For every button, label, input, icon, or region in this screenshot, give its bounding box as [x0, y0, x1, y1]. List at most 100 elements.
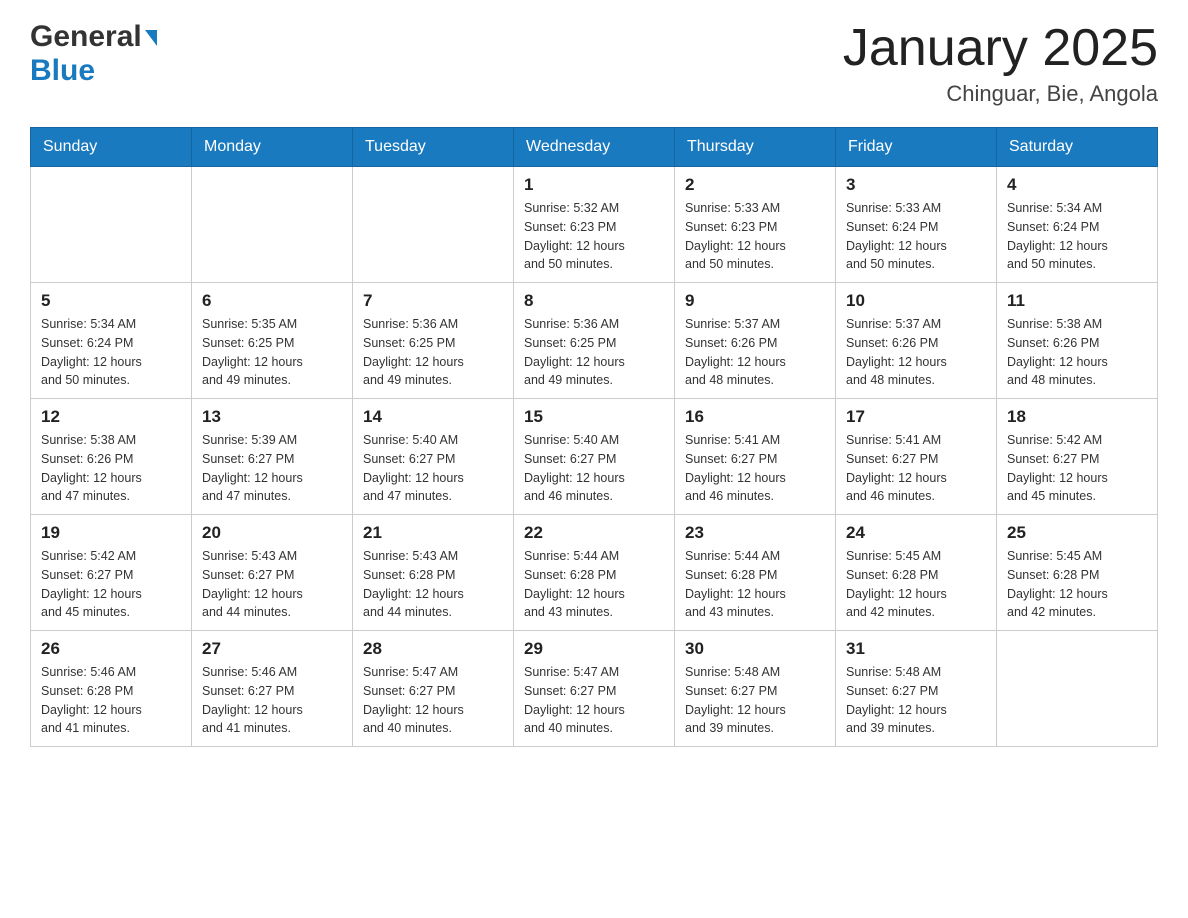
calendar-cell: 3 Sunrise: 5:33 AMSunset: 6:24 PMDaylight…: [836, 167, 997, 283]
day-info: Sunrise: 5:45 AMSunset: 6:28 PMDaylight:…: [846, 547, 986, 622]
day-number: 28: [363, 639, 503, 659]
day-number: 15: [524, 407, 664, 427]
day-info: Sunrise: 5:33 AMSunset: 6:23 PMDaylight:…: [685, 199, 825, 274]
day-number: 30: [685, 639, 825, 659]
calendar-cell: 9 Sunrise: 5:37 AMSunset: 6:26 PMDaylight…: [675, 283, 836, 399]
calendar-cell: 24 Sunrise: 5:45 AMSunset: 6:28 PMDayligh…: [836, 515, 997, 631]
day-number: 16: [685, 407, 825, 427]
calendar-cell: 1Sunrise: 5:32 AMSunset: 6:23 PMDaylight…: [514, 167, 675, 283]
day-info: Sunrise: 5:41 AMSunset: 6:27 PMDaylight:…: [846, 431, 986, 506]
day-number: 7: [363, 291, 503, 311]
page-header: General Blue January 2025 Chinguar, Bie,…: [30, 20, 1158, 107]
day-number: 1: [524, 175, 664, 195]
day-number: 5: [41, 291, 181, 311]
day-number: 18: [1007, 407, 1147, 427]
day-number: 31: [846, 639, 986, 659]
calendar-cell: 21 Sunrise: 5:43 AMSunset: 6:28 PMDayligh…: [353, 515, 514, 631]
calendar-cell: 19Sunrise: 5:42 AMSunset: 6:27 PMDayligh…: [31, 515, 192, 631]
calendar-cell: 27 Sunrise: 5:46 AMSunset: 6:27 PMDayligh…: [192, 631, 353, 747]
day-info: Sunrise: 5:48 AMSunset: 6:27 PMDaylight:…: [846, 663, 986, 738]
day-info: Sunrise: 5:38 AMSunset: 6:26 PMDaylight:…: [1007, 315, 1147, 390]
day-info: Sunrise: 5:38 AMSunset: 6:26 PMDaylight:…: [41, 431, 181, 506]
day-info: Sunrise: 5:41 AMSunset: 6:27 PMDaylight:…: [685, 431, 825, 506]
day-info: Sunrise: 5:37 AMSunset: 6:26 PMDaylight:…: [685, 315, 825, 390]
weekday-header-monday: Monday: [192, 128, 353, 167]
location-subtitle: Chinguar, Bie, Angola: [843, 81, 1158, 107]
day-info: Sunrise: 5:40 AMSunset: 6:27 PMDaylight:…: [363, 431, 503, 506]
title-section: January 2025 Chinguar, Bie, Angola: [843, 20, 1158, 107]
calendar-cell: 29 Sunrise: 5:47 AMSunset: 6:27 PMDayligh…: [514, 631, 675, 747]
calendar-cell: 26 Sunrise: 5:46 AMSunset: 6:28 PMDayligh…: [31, 631, 192, 747]
day-number: 8: [524, 291, 664, 311]
calendar-cell: 30Sunrise: 5:48 AMSunset: 6:27 PMDayligh…: [675, 631, 836, 747]
logo-triangle-icon: [145, 30, 157, 46]
day-info: Sunrise: 5:46 AMSunset: 6:28 PMDaylight:…: [41, 663, 181, 738]
calendar-cell: [31, 167, 192, 283]
weekday-header-sunday: Sunday: [31, 128, 192, 167]
day-number: 23: [685, 523, 825, 543]
calendar-cell: [192, 167, 353, 283]
logo-blue-text: Blue: [30, 54, 95, 88]
calendar-cell: [997, 631, 1158, 747]
calendar-week-row: 1Sunrise: 5:32 AMSunset: 6:23 PMDaylight…: [31, 167, 1158, 283]
calendar-cell: 7 Sunrise: 5:36 AMSunset: 6:25 PMDaylight…: [353, 283, 514, 399]
day-info: Sunrise: 5:44 AMSunset: 6:28 PMDaylight:…: [524, 547, 664, 622]
day-info: Sunrise: 5:37 AMSunset: 6:26 PMDaylight:…: [846, 315, 986, 390]
day-number: 21: [363, 523, 503, 543]
day-number: 6: [202, 291, 342, 311]
calendar-cell: 25 Sunrise: 5:45 AMSunset: 6:28 PMDayligh…: [997, 515, 1158, 631]
day-number: 27: [202, 639, 342, 659]
calendar-cell: 20 Sunrise: 5:43 AMSunset: 6:27 PMDayligh…: [192, 515, 353, 631]
day-info: Sunrise: 5:40 AMSunset: 6:27 PMDaylight:…: [524, 431, 664, 506]
day-number: 2: [685, 175, 825, 195]
weekday-header-tuesday: Tuesday: [353, 128, 514, 167]
weekday-header-friday: Friday: [836, 128, 997, 167]
day-number: 12: [41, 407, 181, 427]
day-info: Sunrise: 5:33 AMSunset: 6:24 PMDaylight:…: [846, 199, 986, 274]
calendar-cell: 17Sunrise: 5:41 AMSunset: 6:27 PMDayligh…: [836, 399, 997, 515]
calendar-cell: 5Sunrise: 5:34 AMSunset: 6:24 PMDaylight…: [31, 283, 192, 399]
calendar-week-row: 5Sunrise: 5:34 AMSunset: 6:24 PMDaylight…: [31, 283, 1158, 399]
day-number: 24: [846, 523, 986, 543]
day-number: 3: [846, 175, 986, 195]
day-info: Sunrise: 5:46 AMSunset: 6:27 PMDaylight:…: [202, 663, 342, 738]
day-info: Sunrise: 5:44 AMSunset: 6:28 PMDaylight:…: [685, 547, 825, 622]
calendar-cell: 13Sunrise: 5:39 AMSunset: 6:27 PMDayligh…: [192, 399, 353, 515]
calendar-header-row: SundayMondayTuesdayWednesdayThursdayFrid…: [31, 128, 1158, 167]
weekday-header-thursday: Thursday: [675, 128, 836, 167]
day-number: 25: [1007, 523, 1147, 543]
day-info: Sunrise: 5:36 AMSunset: 6:25 PMDaylight:…: [363, 315, 503, 390]
day-info: Sunrise: 5:47 AMSunset: 6:27 PMDaylight:…: [363, 663, 503, 738]
logo-general-text: General: [30, 20, 142, 54]
calendar-week-row: 19Sunrise: 5:42 AMSunset: 6:27 PMDayligh…: [31, 515, 1158, 631]
day-info: Sunrise: 5:42 AMSunset: 6:27 PMDaylight:…: [1007, 431, 1147, 506]
day-info: Sunrise: 5:34 AMSunset: 6:24 PMDaylight:…: [1007, 199, 1147, 274]
day-number: 26: [41, 639, 181, 659]
calendar-cell: 15 Sunrise: 5:40 AMSunset: 6:27 PMDayligh…: [514, 399, 675, 515]
calendar-cell: 31 Sunrise: 5:48 AMSunset: 6:27 PMDayligh…: [836, 631, 997, 747]
month-title: January 2025: [843, 20, 1158, 77]
day-number: 4: [1007, 175, 1147, 195]
day-number: 20: [202, 523, 342, 543]
calendar-week-row: 26 Sunrise: 5:46 AMSunset: 6:28 PMDayligh…: [31, 631, 1158, 747]
day-info: Sunrise: 5:45 AMSunset: 6:28 PMDaylight:…: [1007, 547, 1147, 622]
calendar-cell: 14 Sunrise: 5:40 AMSunset: 6:27 PMDayligh…: [353, 399, 514, 515]
calendar-cell: 16 Sunrise: 5:41 AMSunset: 6:27 PMDayligh…: [675, 399, 836, 515]
day-info: Sunrise: 5:47 AMSunset: 6:27 PMDaylight:…: [524, 663, 664, 738]
day-number: 13: [202, 407, 342, 427]
calendar-cell: 2 Sunrise: 5:33 AMSunset: 6:23 PMDaylight…: [675, 167, 836, 283]
day-number: 9: [685, 291, 825, 311]
weekday-header-wednesday: Wednesday: [514, 128, 675, 167]
day-number: 14: [363, 407, 503, 427]
day-info: Sunrise: 5:35 AMSunset: 6:25 PMDaylight:…: [202, 315, 342, 390]
day-info: Sunrise: 5:36 AMSunset: 6:25 PMDaylight:…: [524, 315, 664, 390]
calendar-cell: 28 Sunrise: 5:47 AMSunset: 6:27 PMDayligh…: [353, 631, 514, 747]
day-number: 10: [846, 291, 986, 311]
day-number: 11: [1007, 291, 1147, 311]
day-info: Sunrise: 5:43 AMSunset: 6:27 PMDaylight:…: [202, 547, 342, 622]
calendar-table: SundayMondayTuesdayWednesdayThursdayFrid…: [30, 127, 1158, 747]
day-number: 19: [41, 523, 181, 543]
day-info: Sunrise: 5:43 AMSunset: 6:28 PMDaylight:…: [363, 547, 503, 622]
day-number: 29: [524, 639, 664, 659]
calendar-cell: 6 Sunrise: 5:35 AMSunset: 6:25 PMDaylight…: [192, 283, 353, 399]
